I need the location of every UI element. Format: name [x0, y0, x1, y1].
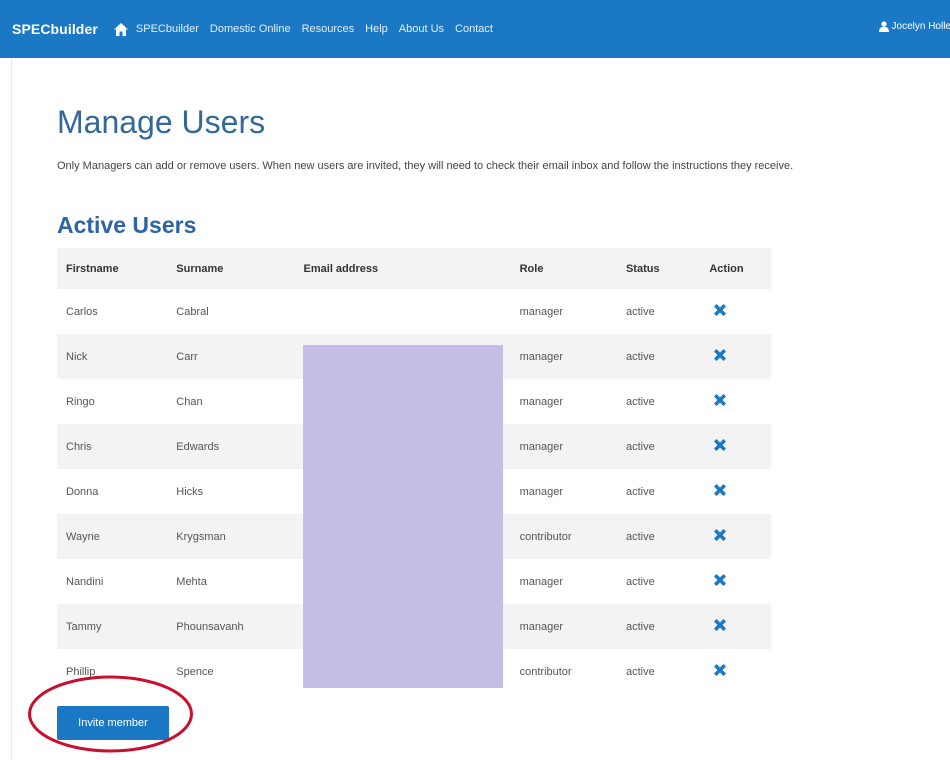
cell-action [700, 514, 771, 559]
cell-surname: Cabral [176, 305, 209, 318]
remove-x-icon[interactable] [712, 302, 728, 318]
cell-action [700, 559, 771, 604]
cell-firstname: Chris [66, 440, 92, 453]
remove-x-icon[interactable] [712, 482, 728, 498]
nav-link-help[interactable]: Help [365, 23, 388, 35]
column-header-role: Role [519, 262, 544, 275]
cell-role: manager [519, 575, 564, 588]
cell-surname: Krygsman [176, 530, 226, 543]
remove-x-icon[interactable] [712, 527, 728, 543]
column-header-firstname: Firstname [66, 262, 119, 275]
cell-firstname: Wayne [66, 530, 100, 543]
cell-action [700, 379, 771, 424]
cell-role: manager [519, 395, 564, 408]
cell-status: active [625, 575, 655, 588]
remove-x-icon[interactable] [712, 617, 728, 633]
nav-link-contact[interactable]: Contact [455, 23, 493, 35]
cell-status: active [625, 305, 655, 318]
remove-x-icon[interactable] [712, 437, 728, 453]
nav-link-domestic-online[interactable]: Domestic Online [210, 23, 291, 35]
cell-role: manager [519, 620, 564, 633]
cell-status: active [625, 620, 655, 633]
cell-firstname: Nick [66, 350, 88, 363]
cell-firstname: Ringo [66, 395, 95, 408]
cell-surname: Edwards [176, 440, 220, 453]
remove-x-icon[interactable] [712, 572, 728, 588]
page-left-border [11, 58, 12, 760]
remove-x-icon[interactable] [712, 392, 728, 408]
intro-text: Only Managers can add or remove users. W… [57, 160, 794, 172]
cell-surname: Chan [176, 395, 203, 408]
cell-status: active [625, 665, 655, 678]
nav-link-specbuilder[interactable]: SPECbuilder [136, 23, 199, 35]
table-header-row: Firstname Surname Email address Role Sta… [57, 248, 771, 289]
remove-x-icon[interactable] [712, 662, 728, 678]
cell-firstname: Donna [66, 485, 99, 498]
cell-status: active [625, 440, 655, 453]
column-header-status: Status [625, 262, 660, 275]
cell-role: manager [519, 440, 564, 453]
cell-action [700, 604, 771, 649]
cell-action [700, 424, 771, 469]
cell-role: manager [519, 350, 564, 363]
column-header-action: Action [709, 262, 744, 275]
cell-action [700, 469, 771, 514]
cell-role: manager [519, 305, 564, 318]
cell-surname: Mehta [176, 575, 207, 588]
cell-surname: Phounsavanh [176, 620, 244, 633]
user-name: Jocelyn Holley [891, 21, 950, 32]
cell-role: manager [519, 485, 564, 498]
page-title: Manage Users [57, 104, 266, 140]
cell-surname: Hicks [176, 485, 204, 498]
user-menu[interactable]: Jocelyn Holley [878, 21, 950, 32]
cell-firstname: Carlos [66, 305, 98, 318]
invite-member-button[interactable]: Invite member [57, 706, 169, 740]
cell-firstname: Phillip [66, 665, 96, 678]
cell-role: contributor [519, 530, 572, 543]
cell-action [700, 334, 771, 379]
table-row: Carlos Cabral manager active [57, 289, 771, 334]
cell-firstname: Nandini [66, 575, 104, 588]
nav-link-about-us[interactable]: About Us [399, 23, 444, 35]
cell-surname: Spence [176, 665, 214, 678]
home-icon[interactable] [113, 22, 128, 36]
remove-x-icon[interactable] [712, 347, 728, 363]
cell-action [700, 289, 771, 334]
section-title-active-users: Active Users [57, 212, 197, 238]
cell-status: active [625, 530, 655, 543]
brand-logo[interactable]: SPECbuilder [12, 21, 98, 37]
cell-status: active [625, 395, 655, 408]
cell-surname: Carr [176, 350, 198, 363]
cell-status: active [625, 350, 655, 363]
column-header-surname: Surname [176, 262, 224, 275]
cell-email [295, 289, 511, 334]
nav-link-resources[interactable]: Resources [302, 23, 355, 35]
email-redaction-block [303, 345, 503, 688]
cell-action [700, 649, 771, 694]
cell-firstname: Tammy [66, 620, 102, 633]
cell-role: contributor [519, 665, 572, 678]
column-header-email: Email address [303, 262, 379, 275]
top-navbar: SPECbuilder SPECbuilder Domestic Online … [0, 0, 950, 58]
user-icon [878, 21, 889, 32]
cell-status: active [625, 485, 655, 498]
